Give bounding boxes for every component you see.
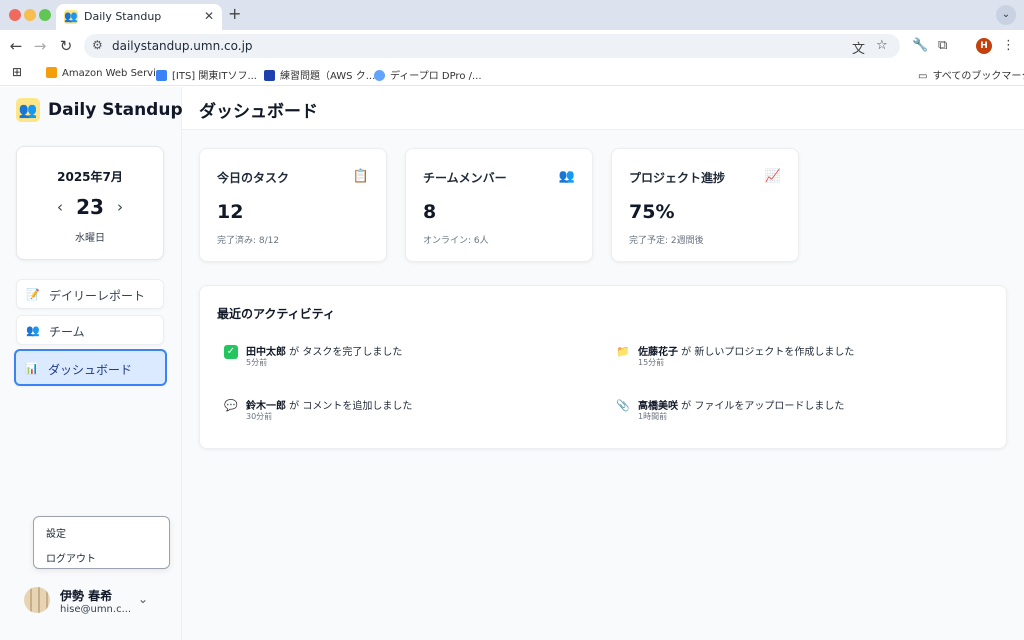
activity-text: が ファイルをアップロードしました: [678, 401, 845, 412]
activity-time: 1時間前: [638, 412, 668, 421]
bookmark-star-icon[interactable]: ☆: [876, 38, 888, 53]
browser-menu-icon[interactable]: ⋮: [1002, 38, 1015, 54]
stat-card-progress: プロジェクト進捗 📈 75% 完了予定: 2週間後: [611, 148, 799, 262]
extensions-puzzle-icon[interactable]: ⧉: [938, 38, 947, 54]
main-content: ダッシュボード 今日のタスク 📋 12 完了済み: 8/12 チームメンバー 👥…: [182, 87, 1024, 640]
new-tab-icon[interactable]: +: [228, 6, 241, 22]
activity-time: 5分前: [246, 358, 268, 367]
recent-activity-card: 最近のアクティビティ ✓ 田中太郎 が タスクを完了しました 5分前 📁 佐藤花…: [199, 285, 1007, 449]
apps-grid-icon[interactable]: ⊞: [12, 65, 22, 79]
folder-icon: ▭: [918, 71, 928, 82]
stat-title: 今日のタスク: [217, 171, 290, 185]
tab-search-icon[interactable]: ⌄: [996, 5, 1016, 25]
chevron-down-icon[interactable]: ⌄: [138, 592, 148, 606]
dpro-icon: [374, 70, 385, 81]
chart-icon: 📊: [25, 362, 39, 375]
calendar-weekday: 水曜日: [75, 233, 105, 244]
activity-item: 💬 鈴木一郎 が コメントを追加しました 30分前: [224, 397, 584, 427]
clipboard-icon: 📋: [352, 169, 369, 184]
browser-toolbar: ← → ↻ ⚙ dailystandup.umn.co.jp 文 ☆ 🔧 ⧉ H…: [0, 30, 1024, 62]
site-info-icon[interactable]: ⚙: [92, 38, 103, 52]
back-icon[interactable]: ←: [6, 36, 26, 56]
address-bar[interactable]: ⚙ dailystandup.umn.co.jp 文 ☆: [84, 34, 900, 58]
bookmark-item[interactable]: [ITS] 関東ITソフ...: [156, 67, 257, 82]
translate-icon[interactable]: 文: [852, 38, 865, 57]
all-bookmarks-folder[interactable]: ▭ すべてのブックマーク: [918, 67, 1024, 82]
calendar-month: 2025年7月: [57, 170, 123, 184]
activity-item: 📎 高橋美咲 が ファイルをアップロードしました 1時間前: [616, 397, 976, 427]
bookmark-item[interactable]: Amazon Web Servi...: [46, 67, 165, 79]
stat-card-tasks: 今日のタスク 📋 12 完了済み: 8/12: [199, 148, 387, 262]
activity-text: が コメントを追加しました: [286, 401, 413, 412]
paperclip-icon: 📎: [616, 399, 630, 412]
browser-tab-active[interactable]: 👥 Daily Standup ✕: [56, 4, 222, 30]
calendar-card: 2025年7月 23 ‹ › 水曜日: [16, 146, 164, 260]
app-logo-icon: 👥: [16, 98, 40, 122]
avatar: [24, 587, 50, 613]
stat-value: 75%: [629, 201, 675, 223]
window-close-button[interactable]: [9, 9, 21, 21]
bookmarks-bar: ⊞ Amazon Web Servi... [ITS] 関東ITソフ... 練習…: [0, 62, 1024, 86]
tab-title: Daily Standup: [84, 10, 162, 23]
aws-icon: [46, 67, 57, 78]
user-profile[interactable]: 伊勢 春希 hise@umn.c... ⌄: [0, 579, 182, 625]
memo-icon: 📝: [26, 288, 40, 301]
team-icon: 👥: [26, 324, 40, 337]
page-title: ダッシュボード: [199, 102, 318, 122]
nav-item-dashboard[interactable]: 📊 ダッシュボード: [14, 349, 167, 386]
nav-item-team[interactable]: 👥 チーム: [16, 315, 164, 345]
window-zoom-button[interactable]: [39, 9, 51, 21]
app-name: Daily Standup: [48, 100, 183, 120]
calendar-day-row: 23 ‹ ›: [17, 195, 163, 221]
activity-time: 30分前: [246, 412, 273, 421]
stat-title: チームメンバー: [423, 171, 507, 185]
reload-icon[interactable]: ↻: [56, 36, 76, 56]
browser-tab-bar: 👥 Daily Standup ✕ + ⌄: [0, 0, 1024, 30]
folder-icon: 📁: [616, 345, 630, 358]
stat-title: プロジェクト進捗: [629, 171, 726, 185]
practice-icon: [264, 70, 275, 81]
stat-subtext: 完了予定: 2週間後: [629, 236, 704, 246]
stat-value: 12: [217, 201, 244, 223]
activity-time: 15分前: [638, 358, 665, 367]
nav-item-label: ダッシュボード: [48, 363, 133, 377]
main-header: ダッシュボード: [182, 87, 1024, 130]
stat-subtext: オンライン: 6人: [423, 236, 489, 246]
app-favicon-icon: 👥: [64, 10, 78, 24]
calendar-day: 23: [76, 195, 104, 219]
extension-tool-icon[interactable]: 🔧: [912, 38, 928, 54]
activity-title: 最近のアクティビティ: [217, 307, 335, 321]
stat-card-members: チームメンバー 👥 8 オンライン: 6人: [405, 148, 593, 262]
user-dropdown-menu: 設定 ログアウト: [33, 516, 170, 569]
forward-icon[interactable]: →: [30, 36, 50, 56]
comment-icon: 💬: [224, 399, 238, 412]
nav-item-label: デイリーレポート: [49, 289, 146, 303]
its-icon: [156, 70, 167, 81]
address-url: dailystandup.umn.co.jp: [112, 39, 253, 53]
window-minimize-button[interactable]: [24, 9, 36, 21]
activity-text: が タスクを完了しました: [286, 347, 403, 358]
next-day-icon[interactable]: ›: [117, 198, 123, 216]
trend-up-icon: 📈: [764, 169, 781, 184]
user-email: hise@umn.c...: [60, 604, 132, 615]
check-icon: ✓: [224, 345, 238, 359]
user-name: 伊勢 春希: [60, 589, 113, 603]
prev-day-icon[interactable]: ‹: [57, 198, 63, 216]
activity-text: が 新しいプロジェクトを作成しました: [678, 347, 855, 358]
activity-item: ✓ 田中太郎 が タスクを完了しました 5分前: [224, 343, 584, 373]
sidebar: 👥 Daily Standup 2025年7月 23 ‹ › 水曜日 📝 デイリ…: [0, 87, 183, 640]
nav-item-label: チーム: [49, 325, 85, 339]
nav-item-daily-report[interactable]: 📝 デイリーレポート: [16, 279, 164, 309]
logout-menu-item[interactable]: ログアウト: [46, 550, 96, 565]
stat-value: 8: [423, 201, 437, 223]
people-icon: 👥: [558, 169, 575, 184]
tab-close-icon[interactable]: ✕: [204, 9, 214, 23]
settings-menu-item[interactable]: 設定: [46, 525, 66, 540]
stat-subtext: 完了済み: 8/12: [217, 236, 280, 246]
bookmark-item[interactable]: 練習問題（AWS ク...: [264, 67, 375, 82]
activity-item: 📁 佐藤花子 が 新しいプロジェクトを作成しました 15分前: [616, 343, 976, 373]
profile-avatar-icon[interactable]: H: [976, 38, 992, 54]
bookmark-item[interactable]: ディープロ DPro /...: [374, 67, 482, 82]
